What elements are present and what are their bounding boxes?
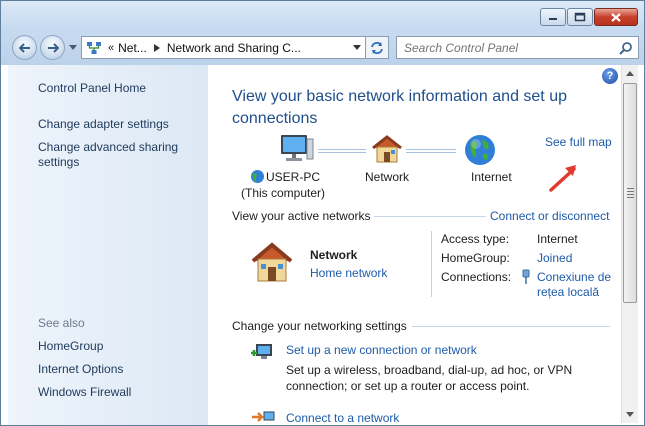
grip-line <box>627 194 634 195</box>
search-icon[interactable] <box>619 41 633 55</box>
connection-name-link-line2[interactable]: rețea locală <box>537 285 599 299</box>
vertical-scrollbar[interactable] <box>621 65 638 423</box>
title-bar <box>1 1 644 31</box>
active-networks-heading: View your active networks <box>232 209 371 223</box>
main-content: ? View your basic network information an… <box>208 65 621 425</box>
setup-new-connection-link[interactable]: Set up a new connection or network <box>286 343 477 357</box>
setup-new-connection-description: Set up a wireless, broadband, dial-up, a… <box>286 363 573 393</box>
window-controls <box>539 8 638 26</box>
computer-name-label: USER-PC <box>266 170 321 184</box>
scroll-thumb[interactable] <box>623 83 637 303</box>
minimize-icon <box>549 18 557 20</box>
home-network-link[interactable]: Home network <box>310 266 387 280</box>
windows-firewall-link[interactable]: Windows Firewall <box>38 385 131 400</box>
new-connection-icon <box>251 344 272 359</box>
scroll-down-button[interactable] <box>622 406 638 423</box>
address-bar[interactable]: « Net... Network and Sharing C... <box>81 36 366 59</box>
ethernet-connection-icon <box>522 269 530 284</box>
network-map-label: Network <box>365 170 410 184</box>
access-type-label: Access type: <box>441 232 510 246</box>
this-computer-label: (This computer) <box>241 186 326 200</box>
active-network-name: Network <box>310 248 358 262</box>
homegroup-joined-link[interactable]: Joined <box>537 251 572 265</box>
breadcrumb-network-sharing[interactable]: Network and Sharing C... <box>167 41 301 55</box>
connect-or-disconnect-link[interactable]: Connect or disconnect <box>490 209 609 223</box>
search-box[interactable] <box>396 36 639 59</box>
section-divider <box>412 326 610 327</box>
close-button[interactable] <box>594 8 638 26</box>
homegroup-label: HomeGroup: <box>441 251 510 265</box>
breadcrumb-separator-icon[interactable] <box>153 43 160 52</box>
connect-to-network-link[interactable]: Connect to a network <box>286 411 399 425</box>
control-panel-home-link[interactable]: Control Panel Home <box>38 81 146 96</box>
back-arrow-icon <box>18 42 30 53</box>
maximize-button[interactable] <box>567 8 593 26</box>
computer-globe-icon <box>251 170 264 183</box>
access-type-value: Internet <box>537 232 578 246</box>
homegroup-link[interactable]: HomeGroup <box>38 339 103 354</box>
recent-pages-dropdown[interactable] <box>69 45 77 50</box>
maximize-icon <box>574 12 586 22</box>
refresh-icon <box>371 41 383 54</box>
see-full-map-link[interactable]: See full map <box>545 135 612 149</box>
page-title: View your basic network information and … <box>232 88 567 127</box>
help-icon[interactable]: ? <box>602 68 618 84</box>
grip-line <box>627 188 634 189</box>
forward-button[interactable] <box>40 35 65 60</box>
internet-options-link[interactable]: Internet Options <box>38 362 123 377</box>
connections-label: Connections: <box>441 270 512 284</box>
address-dropdown-icon[interactable] <box>353 45 361 50</box>
internet-map-label: Internet <box>471 170 512 184</box>
section-divider <box>374 216 486 217</box>
scroll-up-button[interactable] <box>622 65 638 82</box>
internet-globe-icon[interactable] <box>463 133 497 167</box>
search-input[interactable] <box>404 40 619 55</box>
connection-name-link-line1[interactable]: Conexiune de <box>537 270 611 284</box>
grip-line <box>627 197 634 198</box>
refresh-button[interactable] <box>365 36 389 59</box>
scroll-down-icon <box>626 412 634 417</box>
home-network-icon <box>251 242 293 282</box>
network-location-icon <box>87 41 101 54</box>
grip-line <box>627 191 634 192</box>
change-advanced-sharing-link[interactable]: Change advanced sharing settings <box>38 140 188 170</box>
change-adapter-settings-link[interactable]: Change adapter settings <box>38 117 169 132</box>
navigation-bar: « Net... Network and Sharing C... <box>1 31 644 65</box>
task-sidebar: Control Panel Home Change adapter settin… <box>8 65 208 425</box>
annotation-arrow-icon <box>549 165 576 192</box>
forward-arrow-icon <box>47 42 59 53</box>
map-connection-line <box>318 149 366 153</box>
network-house-icon[interactable] <box>370 134 404 164</box>
details-divider <box>431 231 432 297</box>
scroll-up-icon <box>626 71 634 76</box>
explorer-window: « Net... Network and Sharing C... Contro… <box>0 0 645 426</box>
breadcrumb-network[interactable]: Net... <box>118 41 147 55</box>
close-icon <box>611 12 621 22</box>
see-also-heading: See also <box>38 316 85 330</box>
overflow-chevron[interactable]: « <box>108 42 114 54</box>
back-button[interactable] <box>12 35 37 60</box>
minimize-button[interactable] <box>540 8 566 26</box>
map-connection-line <box>406 149 456 153</box>
change-settings-heading: Change your networking settings <box>232 319 407 333</box>
connect-to-network-icon <box>252 411 275 422</box>
computer-icon[interactable] <box>278 133 314 165</box>
